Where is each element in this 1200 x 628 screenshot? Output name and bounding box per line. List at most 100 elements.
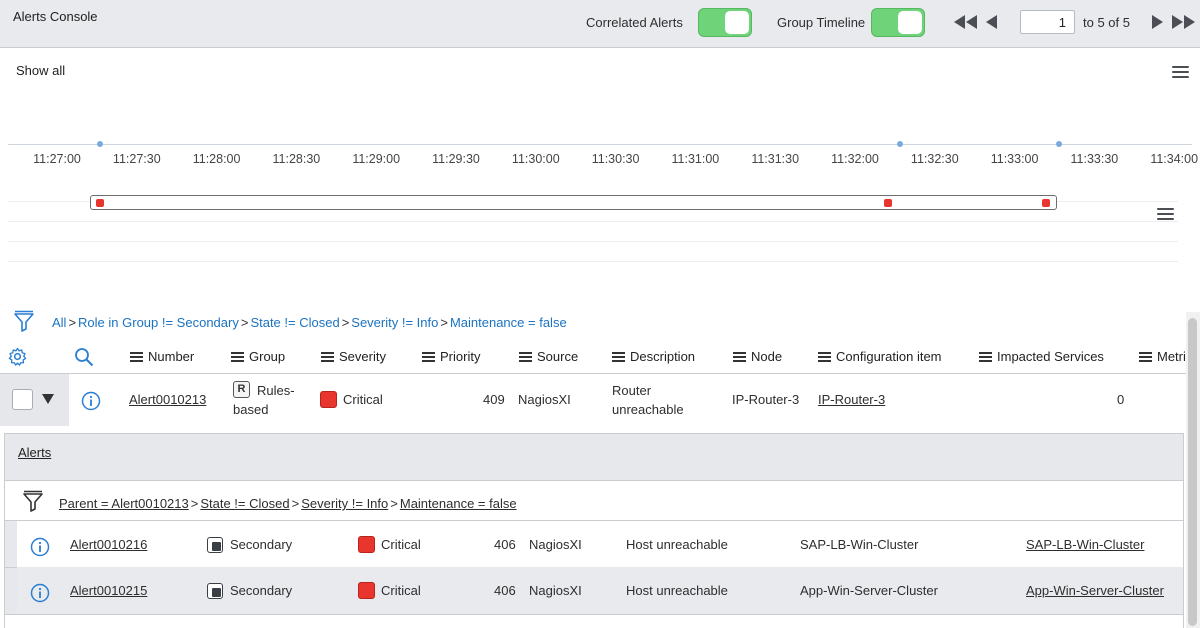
rules-based-icon: R — [233, 381, 250, 398]
timeline-tick-label: 11:27:00 — [33, 152, 81, 166]
breadcrumb-severity[interactable]: Severity != Info — [351, 315, 438, 330]
correlated-alerts-toggle[interactable] — [698, 8, 752, 37]
page-title: Alerts Console — [13, 9, 98, 24]
timeline-tick-label: 11:30:30 — [591, 152, 640, 166]
info-icon[interactable] — [30, 583, 50, 603]
group-type-line2: based — [233, 402, 269, 417]
child-alert-number-link[interactable]: Alert0010215 — [70, 583, 147, 598]
secondary-group-icon — [207, 537, 223, 553]
child-source-value: NagiosXI — [529, 537, 582, 552]
first-page-icon[interactable] — [953, 15, 977, 29]
alert-number-link[interactable]: Alert0010213 — [129, 392, 206, 407]
scrollbar-thumb[interactable] — [1188, 318, 1197, 626]
child-divider — [5, 614, 1183, 615]
info-icon[interactable] — [81, 391, 101, 411]
timeline-tick-label: 11:29:00 — [352, 152, 401, 166]
child-node-value: App-Win-Server-Cluster — [800, 583, 938, 598]
timeline-tick-label: 11:34:00 — [1150, 152, 1199, 166]
severity-value: Critical — [343, 392, 383, 407]
timeline-tick-label: 11:33:30 — [1070, 152, 1119, 166]
child-breadcrumb-maintenance[interactable]: Maintenance = false — [400, 496, 517, 511]
timeline-tick-label: 11:33:00 — [990, 152, 1039, 166]
column-header-source[interactable]: Source — [519, 349, 578, 364]
column-header-impacted-services[interactable]: Impacted Services — [979, 349, 1104, 364]
critical-severity-icon — [358, 582, 375, 599]
child-priority-value: 406 — [494, 537, 516, 552]
next-page-icon[interactable] — [1151, 15, 1163, 29]
breadcrumb-maintenance[interactable]: Maintenance = false — [450, 315, 567, 330]
child-breadcrumb-severity[interactable]: Severity != Info — [301, 496, 388, 511]
breadcrumb-role[interactable]: Role in Group != Secondary — [78, 315, 239, 330]
column-header-metric[interactable]: Metri — [1139, 349, 1186, 364]
last-page-icon[interactable] — [1172, 15, 1196, 29]
filter-icon[interactable] — [13, 310, 35, 332]
filter-breadcrumb: All > Role in Group != Secondary > State != … — [52, 315, 567, 330]
child-panel-title[interactable]: Alerts — [18, 445, 51, 460]
group-timeline-bar[interactable] — [90, 195, 1057, 210]
child-row-highlight — [17, 567, 1183, 614]
timeline-menu-icon[interactable] — [1172, 66, 1189, 80]
child-filter-icon[interactable] — [22, 490, 44, 512]
child-breadcrumb-state[interactable]: State != Closed — [200, 496, 289, 511]
page-number-input[interactable] — [1020, 10, 1075, 34]
child-description-value: Host unreachable — [626, 583, 728, 598]
toggle-knob — [725, 11, 749, 34]
group-timeline-label: Group Timeline — [777, 15, 866, 30]
child-row-gutter — [5, 568, 17, 614]
child-divider — [5, 520, 1183, 521]
column-header-priority[interactable]: Priority — [422, 349, 480, 364]
secondary-group-icon — [207, 583, 223, 599]
timeline-tick-label: 11:29:30 — [432, 152, 480, 166]
timeline-tick-label: 11:27:30 — [112, 152, 161, 166]
column-header-number[interactable]: Number — [130, 349, 194, 364]
show-all-link[interactable]: Show all — [16, 63, 65, 78]
child-group-value: Secondary — [230, 583, 293, 598]
timeline-gridline — [8, 241, 1178, 242]
configuration-item-link[interactable]: IP-Router-3 — [818, 392, 885, 407]
alert-marker[interactable] — [884, 199, 892, 207]
child-configuration-item-link[interactable]: SAP-LB-Win-Cluster — [1026, 537, 1144, 552]
group-timeline-toggle[interactable] — [871, 8, 925, 37]
timeline-event-dot[interactable] — [97, 141, 103, 147]
expand-caret-icon[interactable] — [42, 394, 54, 404]
column-header-node[interactable]: Node — [733, 349, 782, 364]
search-icon[interactable] — [74, 347, 94, 367]
alert-marker[interactable] — [96, 199, 104, 207]
critical-severity-icon — [320, 391, 337, 408]
description-value: Router unreachable — [612, 383, 684, 417]
column-header-configuration-item[interactable]: Configuration item — [818, 349, 942, 364]
timeline-gridline — [8, 221, 1178, 222]
toggle-knob — [898, 11, 922, 34]
info-icon[interactable] — [30, 537, 50, 557]
alert-marker[interactable] — [1042, 199, 1050, 207]
timeline-event-dot[interactable] — [1056, 141, 1062, 147]
timeline-row-menu-icon[interactable] — [1157, 208, 1174, 222]
previous-page-icon[interactable] — [986, 15, 998, 29]
priority-value: 409 — [483, 392, 505, 407]
child-severity-value: Critical — [381, 537, 421, 552]
child-source-value: NagiosXI — [529, 583, 582, 598]
source-value: NagiosXI — [518, 392, 571, 407]
column-header-group[interactable]: Group — [231, 349, 285, 364]
node-value: IP-Router-3 — [732, 392, 800, 407]
column-header-description[interactable]: Description — [612, 349, 695, 364]
header-divider — [0, 373, 1186, 374]
settings-gear-icon[interactable] — [8, 347, 27, 366]
column-header-severity[interactable]: Severity — [321, 349, 386, 364]
row-controls — [0, 374, 69, 426]
critical-severity-icon — [358, 536, 375, 553]
child-description-value: Host unreachable — [626, 537, 728, 552]
breadcrumb-state[interactable]: State != Closed — [250, 315, 339, 330]
child-row-gutter — [5, 521, 17, 567]
child-alert-number-link[interactable]: Alert0010216 — [70, 537, 147, 552]
child-filter-breadcrumb: Parent = Alert0010213 > State != Closed > Se… — [59, 496, 517, 511]
child-priority-value: 406 — [494, 583, 516, 598]
child-configuration-item-link[interactable]: App-Win-Server-Cluster — [1026, 583, 1164, 598]
child-node-value: SAP-LB-Win-Cluster — [800, 537, 919, 552]
child-breadcrumb-parent[interactable]: Parent = Alert0010213 — [59, 496, 189, 511]
timeline-axis — [8, 144, 1192, 145]
breadcrumb-all[interactable]: All — [52, 315, 66, 330]
row-select-checkbox[interactable] — [12, 389, 33, 410]
timeline-event-dot[interactable] — [897, 141, 903, 147]
timeline-tick-label: 11:31:00 — [671, 152, 720, 166]
